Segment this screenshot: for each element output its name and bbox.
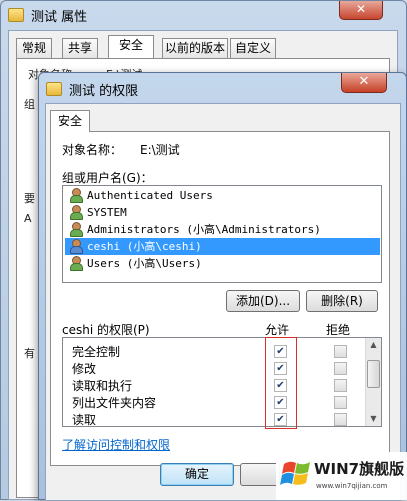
allow-column-header: 允许: [265, 323, 290, 337]
permission-name: 读取: [72, 413, 97, 427]
user-name: SYSTEM: [87, 206, 127, 219]
group-user-label: 组或用户名(G)：: [62, 171, 153, 185]
deny-read-checkbox[interactable]: [334, 413, 347, 426]
scroll-thumb[interactable]: [367, 360, 380, 388]
permission-name: 读取和执行: [72, 379, 133, 393]
permission-name: 完全控制: [72, 345, 121, 359]
user-name: Users (小高\Users): [87, 257, 202, 270]
deny-read-execute-checkbox[interactable]: [334, 379, 347, 392]
tab-security[interactable]: 安全: [108, 35, 154, 60]
allow-column-highlight: [265, 337, 297, 429]
properties-fragment: 有: [24, 347, 35, 360]
users-listbox[interactable]: Authenticated Users SYSTEM Administrator…: [62, 185, 382, 283]
user-name: Administrators (小高\Administrators): [87, 223, 321, 236]
user-row[interactable]: Users (小高\Users): [65, 255, 380, 272]
tab-general[interactable]: 常规: [16, 38, 52, 59]
folder-icon: [46, 82, 62, 96]
user-row[interactable]: Authenticated Users: [65, 187, 380, 204]
user-row-selected[interactable]: ceshi (小高\ceshi): [65, 238, 380, 255]
deny-full-control-checkbox[interactable]: [334, 345, 347, 358]
dialog-close-button[interactable]: ✕: [341, 73, 387, 93]
tab-customize[interactable]: 自定义: [230, 38, 276, 59]
dialog-title: 测试 的权限: [69, 84, 139, 99]
properties-titlebar[interactable]: 测试 属性 ✕: [1, 1, 406, 31]
user-row[interactable]: SYSTEM: [65, 204, 380, 221]
permissions-scrollbar[interactable]: ▲ ▼: [365, 338, 381, 426]
properties-fragment: A: [24, 212, 32, 225]
deny-column-header: 拒绝: [326, 323, 351, 337]
deny-list-folder-checkbox[interactable]: [334, 396, 347, 409]
tab-sharing[interactable]: 共享: [62, 38, 98, 59]
remove-button[interactable]: 删除(R): [306, 290, 378, 312]
object-name-label: 对象名称：: [62, 143, 123, 157]
group-user-icon: [69, 205, 83, 220]
scroll-up-arrow-icon[interactable]: ▲: [366, 338, 381, 352]
properties-close-button[interactable]: ✕: [339, 1, 383, 20]
tab-previous-versions[interactable]: 以前的版本: [162, 38, 228, 59]
watermark-url: www.win7qijian.com: [316, 482, 388, 490]
properties-fragment: 要: [24, 192, 35, 205]
tab-security-dialog[interactable]: 安全: [50, 110, 90, 132]
access-control-help-link[interactable]: 了解访问控制和权限: [62, 436, 170, 453]
permissions-label: ceshi 的权限(P): [62, 323, 150, 337]
deny-modify-checkbox[interactable]: [334, 362, 347, 375]
site-watermark: WIN7旗舰版 www.win7qijian.com: [276, 452, 407, 500]
permission-name: 修改: [72, 362, 97, 376]
user-icon: [69, 239, 83, 254]
group-user-icon: [69, 188, 83, 203]
properties-group-fragment: 组: [24, 98, 35, 111]
add-button[interactable]: 添加(D)...: [226, 290, 300, 312]
watermark-text: WIN7旗舰版: [314, 460, 405, 478]
scroll-down-arrow-icon[interactable]: ▼: [366, 412, 381, 426]
user-name: Authenticated Users: [87, 189, 213, 202]
folder-icon: [8, 8, 24, 22]
cancel-button[interactable]: 取消: [240, 463, 280, 486]
properties-title: 测试 属性: [31, 10, 88, 25]
permission-name: 列出文件夹内容: [72, 396, 157, 410]
windows-flag-icon: [280, 461, 310, 485]
object-name-value: E:\测试: [140, 143, 180, 157]
group-user-icon: [69, 222, 83, 237]
user-name: ceshi (小高\ceshi): [87, 240, 202, 253]
user-row[interactable]: Administrators (小高\Administrators): [65, 221, 380, 238]
ok-button[interactable]: 确定: [160, 463, 234, 486]
group-user-icon: [69, 256, 83, 271]
